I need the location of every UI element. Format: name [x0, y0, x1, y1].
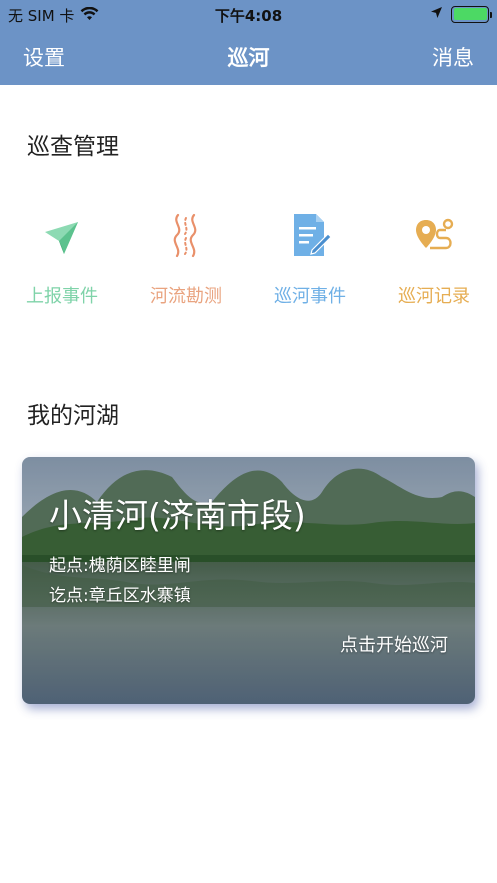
route-pin-icon	[416, 218, 454, 250]
river-survey-label: 河流勘测	[150, 286, 222, 307]
status-right	[430, 5, 492, 23]
report-event-label: 上报事件	[26, 286, 98, 307]
paper-plane-icon	[45, 222, 78, 254]
patrol-record-label: 巡河记录	[398, 286, 470, 307]
patrol-record-button[interactable]: 巡河记录	[372, 210, 496, 308]
battery-tip	[489, 11, 492, 18]
patrol-section-title: 巡查管理	[27, 134, 119, 160]
river-card[interactable]: 小清河(济南市段) 起点:槐荫区睦里闸 讫点:章丘区水寨镇 点击开始巡河	[22, 457, 475, 704]
settings-button[interactable]: 设置	[23, 42, 65, 72]
report-event-button[interactable]: 上报事件	[0, 210, 124, 308]
river-end-point: 讫点:章丘区水寨镇	[49, 586, 191, 606]
river-start-point: 起点:槐荫区睦里闸	[49, 556, 191, 576]
start-patrol-button[interactable]: 点击开始巡河	[340, 631, 448, 657]
battery-fill	[453, 8, 487, 20]
location-arrow-icon	[430, 5, 443, 23]
screen: 无 SIM 卡 下午4:08 设置 巡河 消息 巡查管理 上报事件 河流勘测 巡…	[0, 0, 497, 883]
page-title: 巡河	[227, 46, 270, 70]
my-rivers-section-title: 我的河湖	[27, 403, 119, 429]
top-bar: 无 SIM 卡 下午4:08 设置 巡河 消息	[0, 0, 497, 85]
patrol-event-label: 巡河事件	[274, 286, 346, 307]
status-bar: 无 SIM 卡 下午4:08	[0, 0, 497, 28]
river-name: 小清河(济南市段)	[49, 496, 306, 535]
status-time: 下午4:08	[214, 7, 283, 25]
patrol-event-button[interactable]: 巡河事件	[248, 210, 372, 308]
battery-icon	[451, 5, 492, 23]
nav-bar: 设置 巡河 消息	[0, 28, 497, 85]
river-icon	[173, 213, 197, 258]
document-edit-icon	[294, 214, 332, 256]
river-survey-button[interactable]: 河流勘测	[124, 210, 248, 308]
patrol-actions: 上报事件 河流勘测 巡河事件 巡河记录	[0, 210, 497, 310]
messages-button[interactable]: 消息	[432, 42, 474, 72]
